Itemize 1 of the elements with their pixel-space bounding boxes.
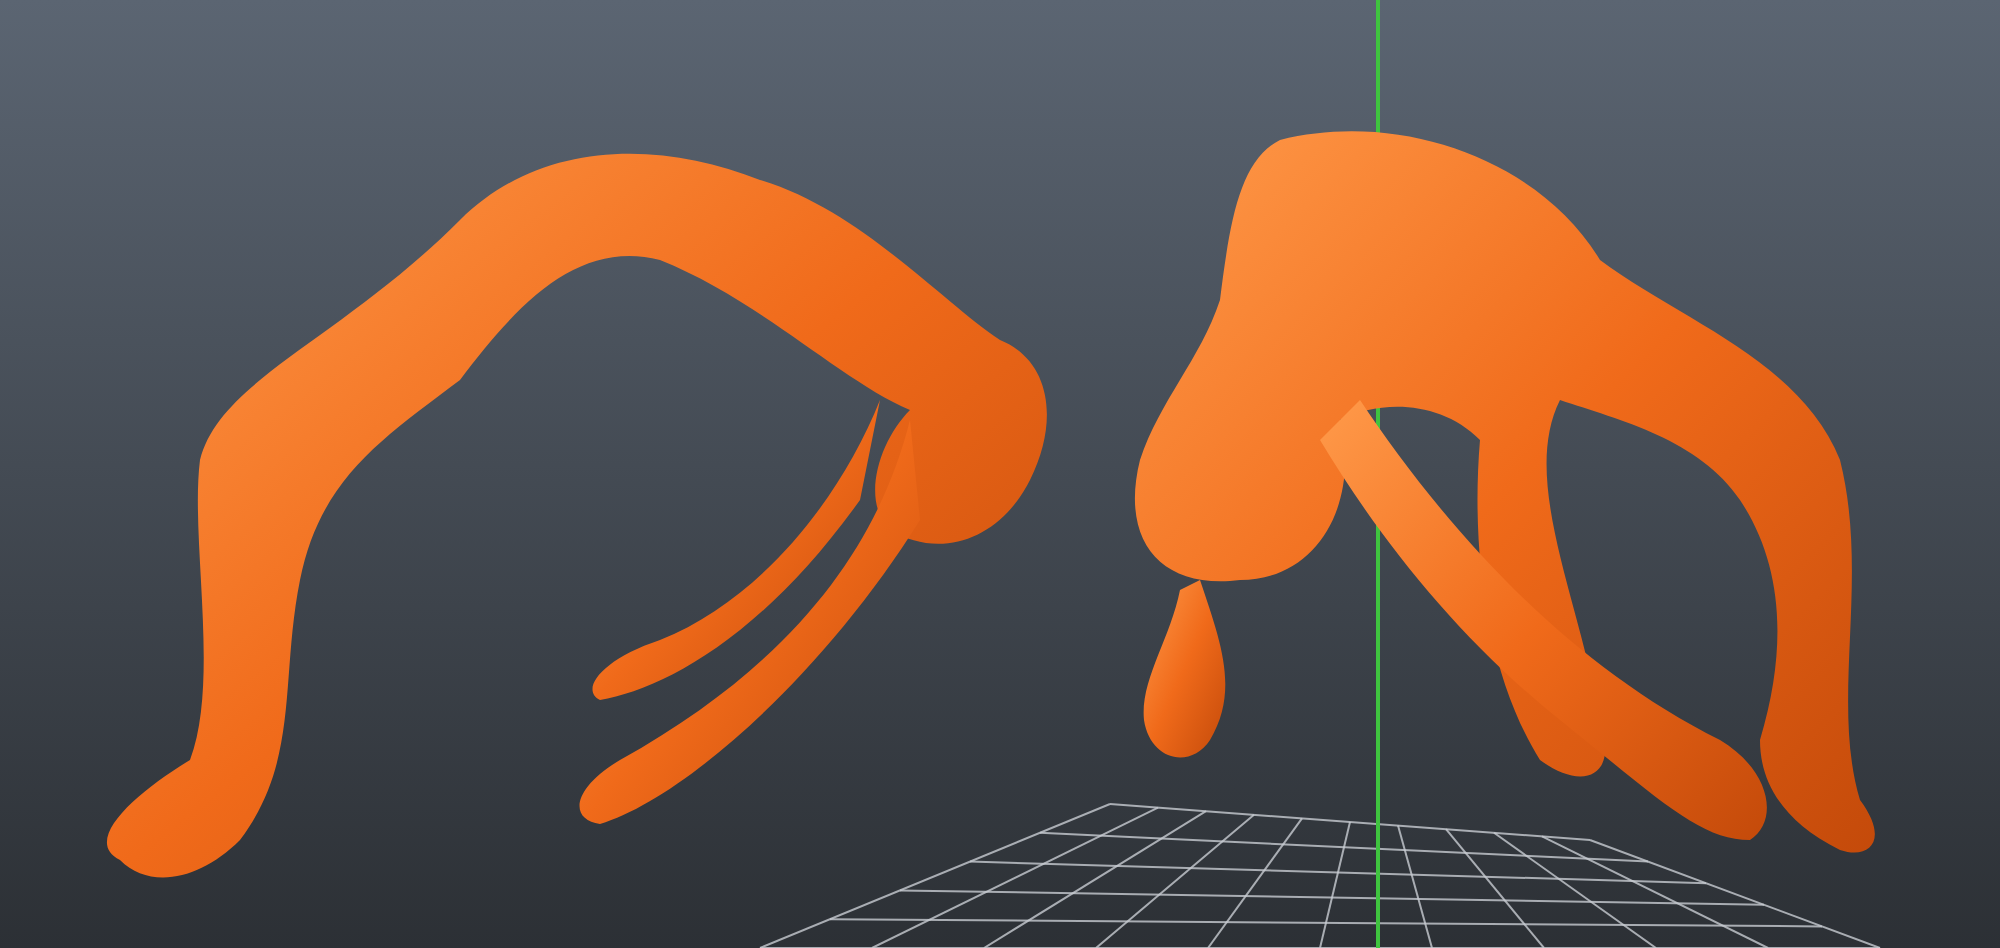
3d-viewport[interactable] [0,0,2000,948]
